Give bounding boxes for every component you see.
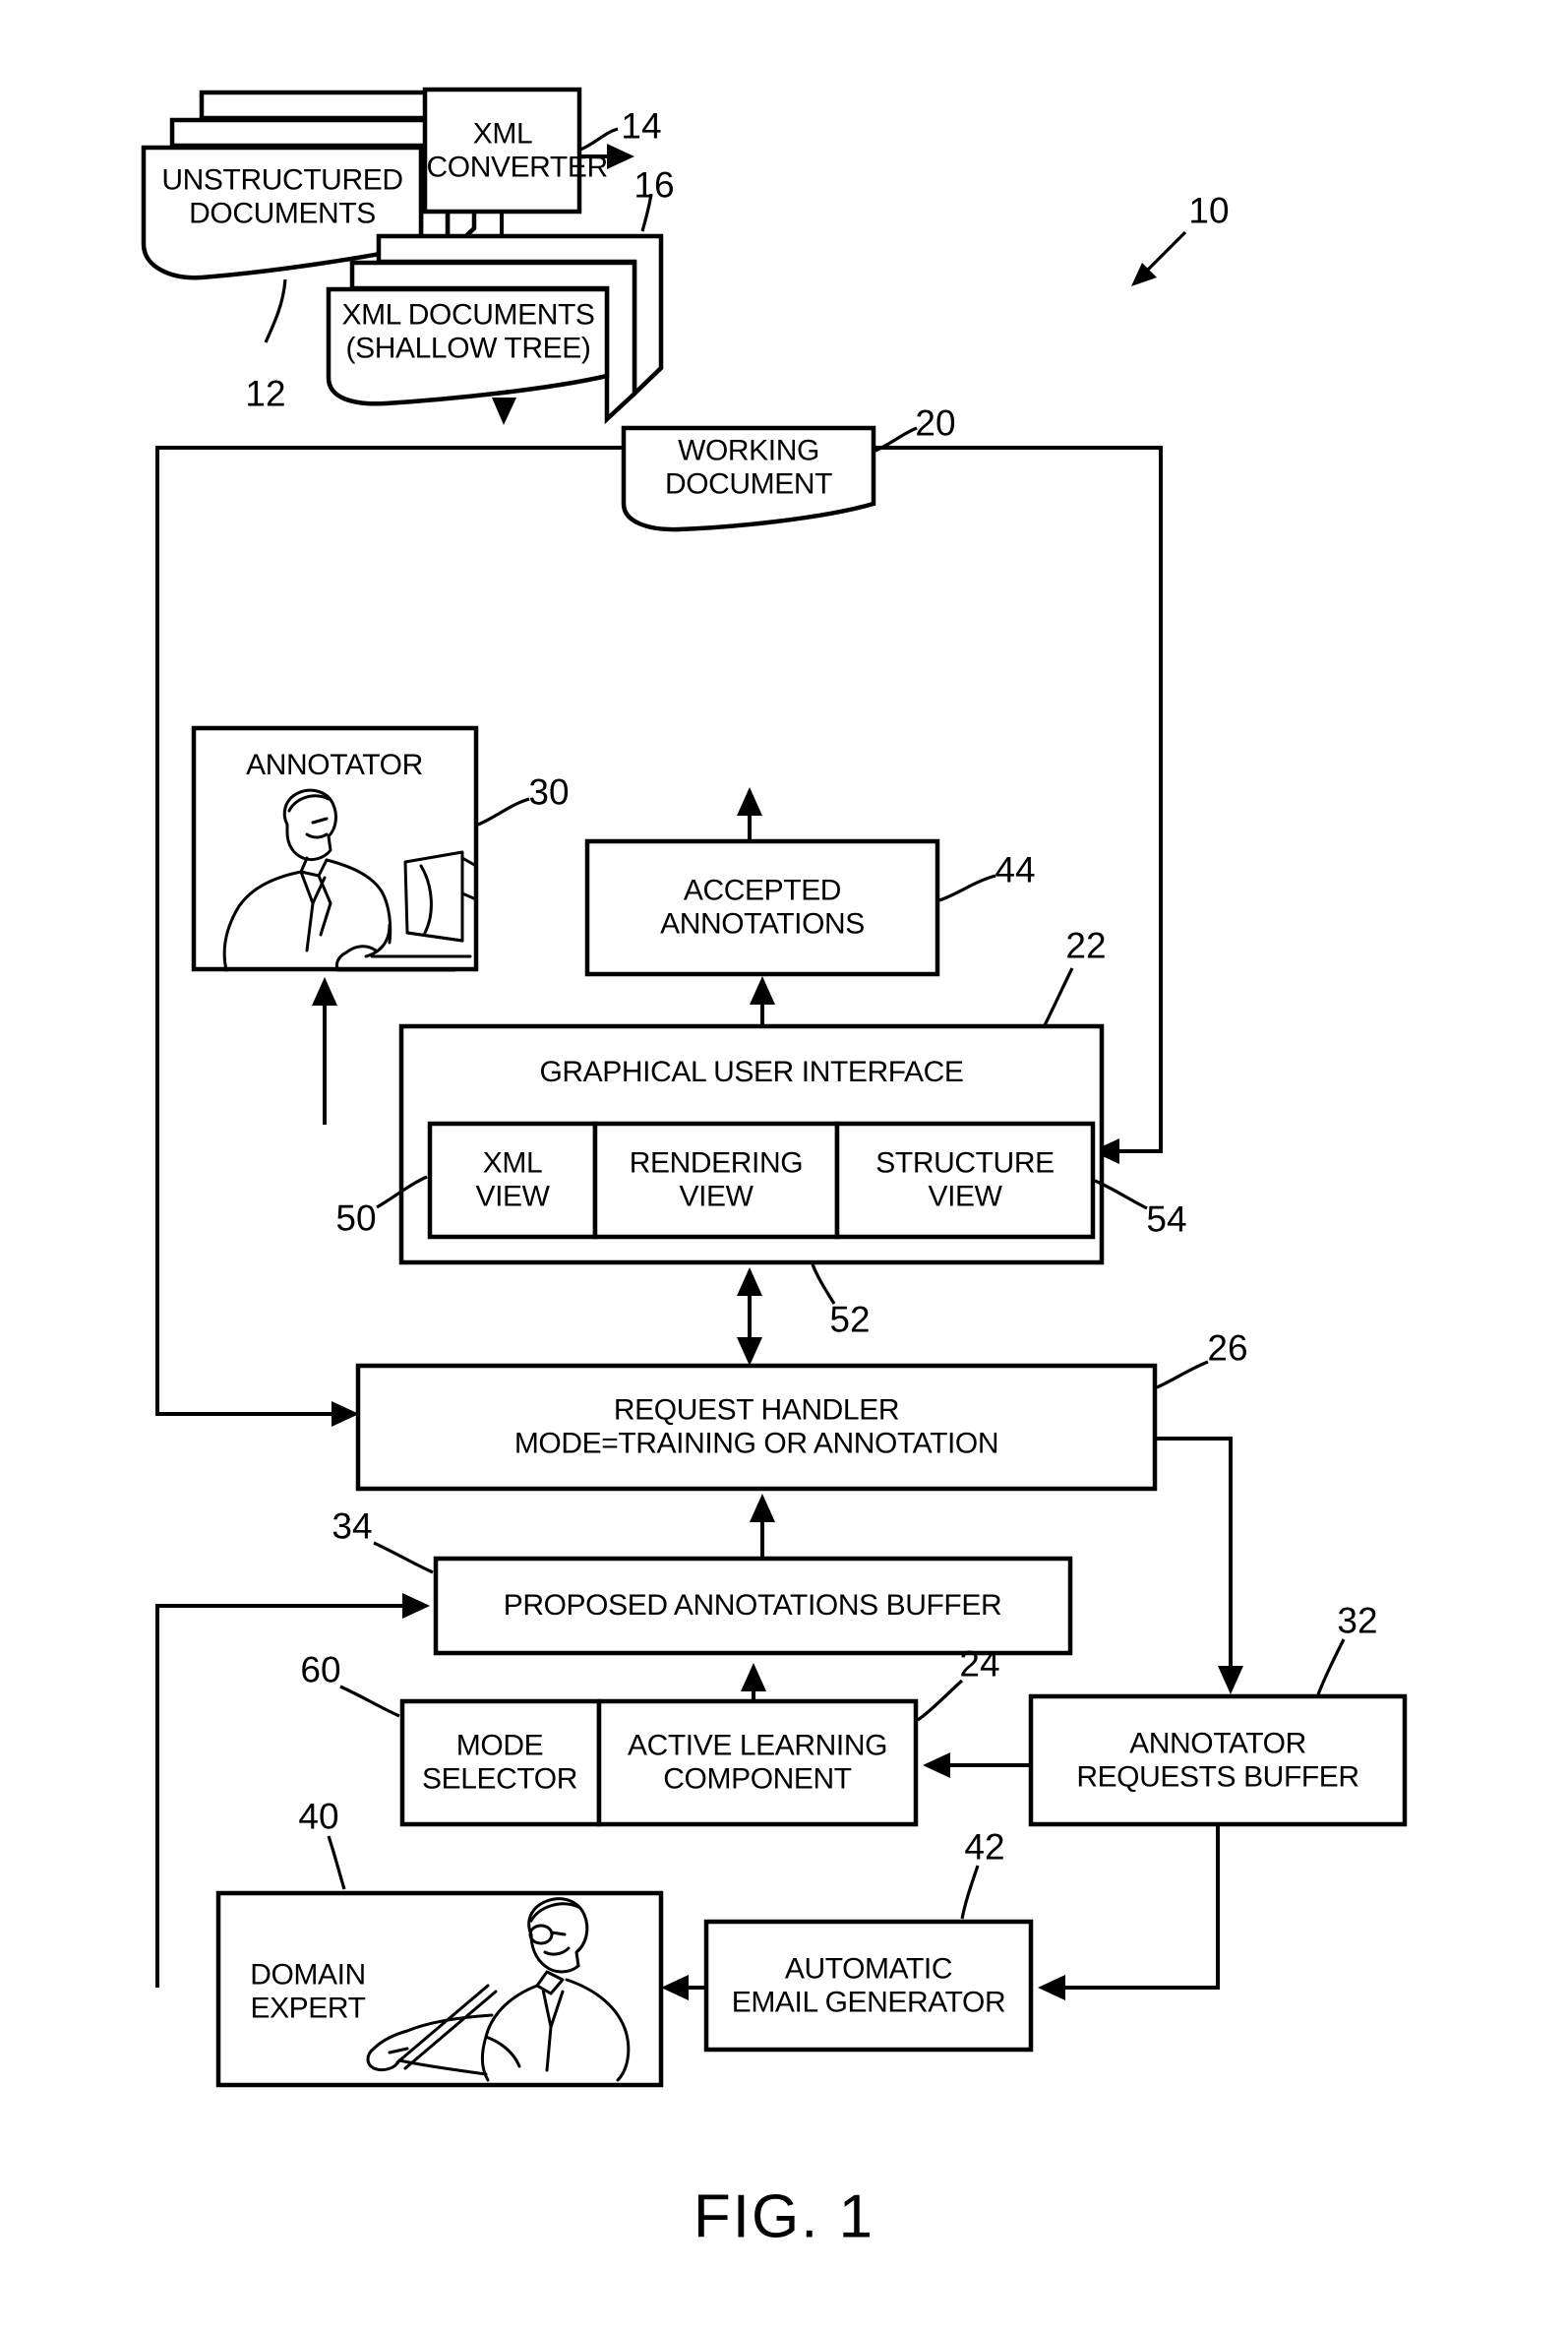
ref-60: 60 bbox=[300, 1649, 341, 1690]
leader-30 bbox=[477, 797, 530, 827]
ref-22: 22 bbox=[1065, 925, 1107, 966]
leader-52 bbox=[811, 1263, 836, 1305]
arrow-proposed-to-request-handler bbox=[750, 1494, 775, 1558]
unstructured-documents-label: UNSTRUCTURED DOCUMENTS bbox=[161, 163, 403, 229]
leader-12 bbox=[264, 278, 287, 343]
ref-16: 16 bbox=[633, 164, 675, 206]
xml-documents-label: XML DOCUMENTS (SHALLOW TREE) bbox=[341, 298, 595, 364]
ref-20: 20 bbox=[915, 402, 956, 444]
arrow-xmldocs-to-working bbox=[492, 398, 516, 425]
annotator-requests-buffer-label: ANNOTATOR REQUESTS BUFFER bbox=[1076, 1727, 1359, 1793]
leader-26 bbox=[1156, 1360, 1209, 1389]
arrow-requests-buffer-to-alc bbox=[923, 1752, 1031, 1778]
leader-32 bbox=[1316, 1638, 1346, 1695]
ref-52: 52 bbox=[829, 1299, 871, 1340]
structure-view-label: STRUCTURE VIEW bbox=[875, 1146, 1055, 1212]
ref-26: 26 bbox=[1207, 1327, 1248, 1369]
working-document-label: WORKING DOCUMENT bbox=[664, 434, 833, 500]
leader-42 bbox=[960, 1865, 980, 1920]
proposed-annotations-buffer-label: PROPOSED ANNOTATIONS BUFFER bbox=[503, 1589, 1002, 1623]
ref-40: 40 bbox=[298, 1796, 339, 1837]
leader-24 bbox=[917, 1679, 964, 1722]
xml-converter-label: XML CONVERTER bbox=[426, 117, 609, 183]
ref-50: 50 bbox=[335, 1197, 377, 1239]
ref-42: 42 bbox=[964, 1826, 1005, 1868]
ref-12: 12 bbox=[245, 373, 286, 414]
ref-14: 14 bbox=[621, 105, 662, 147]
system-ref-arrow bbox=[1131, 230, 1187, 286]
rendering-view-label: RENDERING VIEW bbox=[629, 1146, 804, 1212]
mode-selector-label: MODE SELECTOR bbox=[422, 1729, 577, 1795]
figure-caption: FIG. 1 bbox=[693, 2182, 875, 2251]
leader-60 bbox=[339, 1685, 400, 1718]
leader-40 bbox=[327, 1835, 346, 1890]
active-learning-component-label: ACTIVE LEARNING COMPONENT bbox=[627, 1729, 888, 1795]
ref-54: 54 bbox=[1146, 1198, 1187, 1240]
leader-34 bbox=[373, 1541, 434, 1574]
patent-figure: UNSTRUCTURED DOCUMENTS 12 XML CONVERTER … bbox=[0, 0, 1568, 2331]
ref-34: 34 bbox=[332, 1505, 373, 1547]
ref-30: 30 bbox=[528, 771, 570, 813]
ref-32: 32 bbox=[1337, 1600, 1378, 1641]
request-handler-label: REQUEST HANDLER MODE=TRAINING OR ANNOTAT… bbox=[513, 1393, 999, 1459]
ref-10: 10 bbox=[1188, 190, 1230, 231]
arrow-request-handler-to-requests-buffer bbox=[1155, 1437, 1243, 1694]
arrow-alc-to-proposed-buffer bbox=[741, 1663, 766, 1700]
arrow-gui-to-annotator bbox=[312, 977, 337, 1125]
arrow-gui-request-handler bbox=[737, 1267, 762, 1366]
arrow-email-to-domain-expert bbox=[661, 1975, 704, 2000]
arrow-requests-buffer-to-email bbox=[1038, 1826, 1220, 2000]
gui-label: GRAPHICAL USER INTERFACE bbox=[539, 1056, 964, 1089]
ref-44: 44 bbox=[995, 849, 1036, 890]
xml-view-label: XML VIEW bbox=[475, 1146, 550, 1212]
accepted-annotations-label: ACCEPTED ANNOTATIONS bbox=[660, 874, 865, 940]
domain-expert-label: DOMAIN EXPERT bbox=[250, 1958, 366, 2024]
arrow-gui-to-accepted bbox=[750, 976, 775, 1026]
ref-24: 24 bbox=[959, 1643, 1000, 1685]
leader-44 bbox=[938, 874, 996, 902]
leader-22 bbox=[1043, 967, 1074, 1026]
automatic-email-generator-label: AUTOMATIC EMAIL GENERATOR bbox=[731, 1952, 1006, 2018]
arrow-accepted-to-working bbox=[737, 787, 762, 839]
annotator-label: ANNOTATOR bbox=[246, 749, 423, 782]
